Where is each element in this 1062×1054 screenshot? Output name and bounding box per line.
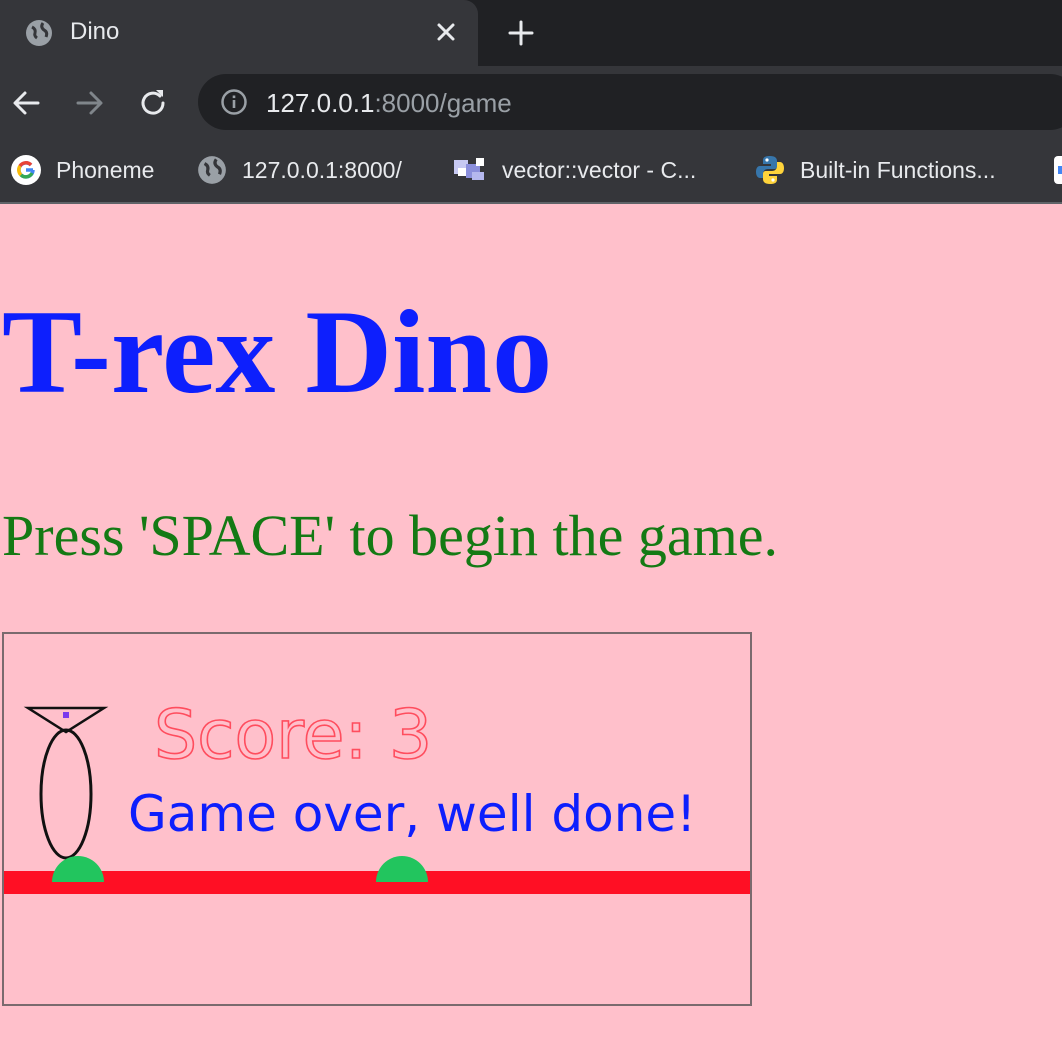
tab-title: Dino: [70, 18, 120, 45]
bookmark-label: 127.0.0.1:8000/: [242, 156, 402, 183]
back-arrow-icon[interactable]: [10, 86, 44, 120]
page-title: T-rex Dino: [2, 285, 553, 418]
google-icon: [11, 155, 41, 185]
game-canvas[interactable]: Score: 3 Game over, well done!: [2, 632, 752, 1006]
dino-eye: [63, 712, 69, 718]
url-host: 127.0.0.1: [266, 88, 375, 118]
browser-tab-strip: Dino: [0, 0, 1062, 66]
bookmark-label: vector::vector - C...: [502, 156, 697, 183]
obstacle-2: [376, 856, 428, 882]
url-path: :8000/game: [374, 88, 512, 118]
globe-icon: [26, 20, 52, 46]
url-text: 127.0.0.1:8000/game: [266, 88, 512, 119]
globe-icon: [198, 156, 226, 184]
browser-tab[interactable]: Dino: [0, 0, 478, 66]
bookmark-vector[interactable]: vector::vector - C...: [452, 152, 696, 188]
bookmarks-bar: Phoneme 127.0.0.1:8000/ vector::vector -…: [0, 138, 1062, 204]
game-scene: Score: 3 Game over, well done!: [4, 695, 750, 894]
dino-head: [23, 706, 109, 734]
ground-line: [4, 871, 750, 894]
cplusplus-icon: [454, 158, 484, 180]
python-icon: [756, 156, 784, 184]
bookmark-overflow[interactable]: [1052, 152, 1062, 188]
bookmark-partial-icon: [1054, 156, 1062, 184]
browser-toolbar: 127.0.0.1:8000/game: [0, 66, 1062, 138]
address-bar[interactable]: 127.0.0.1:8000/game: [198, 74, 1062, 130]
info-icon[interactable]: [220, 88, 248, 116]
instructions-text: Press 'SPACE' to begin the game.: [2, 503, 778, 568]
close-icon[interactable]: [434, 20, 458, 44]
reload-icon[interactable]: [136, 86, 170, 120]
forward-arrow-icon[interactable]: [72, 86, 106, 120]
score-text: Score: 3: [154, 696, 432, 775]
game-over-text: Game over, well done!: [128, 785, 696, 843]
bookmark-label: Built-in Functions...: [800, 156, 996, 183]
bookmark-label: Phoneme: [56, 156, 155, 183]
dino-body: [39, 728, 93, 860]
plus-icon[interactable]: [506, 18, 536, 48]
bookmark-python-builtins[interactable]: Built-in Functions...: [754, 152, 996, 188]
bookmark-phoneme[interactable]: Phoneme: [10, 152, 154, 188]
bookmark-localhost[interactable]: 127.0.0.1:8000/: [196, 152, 402, 188]
obstacle-1: [52, 856, 104, 882]
